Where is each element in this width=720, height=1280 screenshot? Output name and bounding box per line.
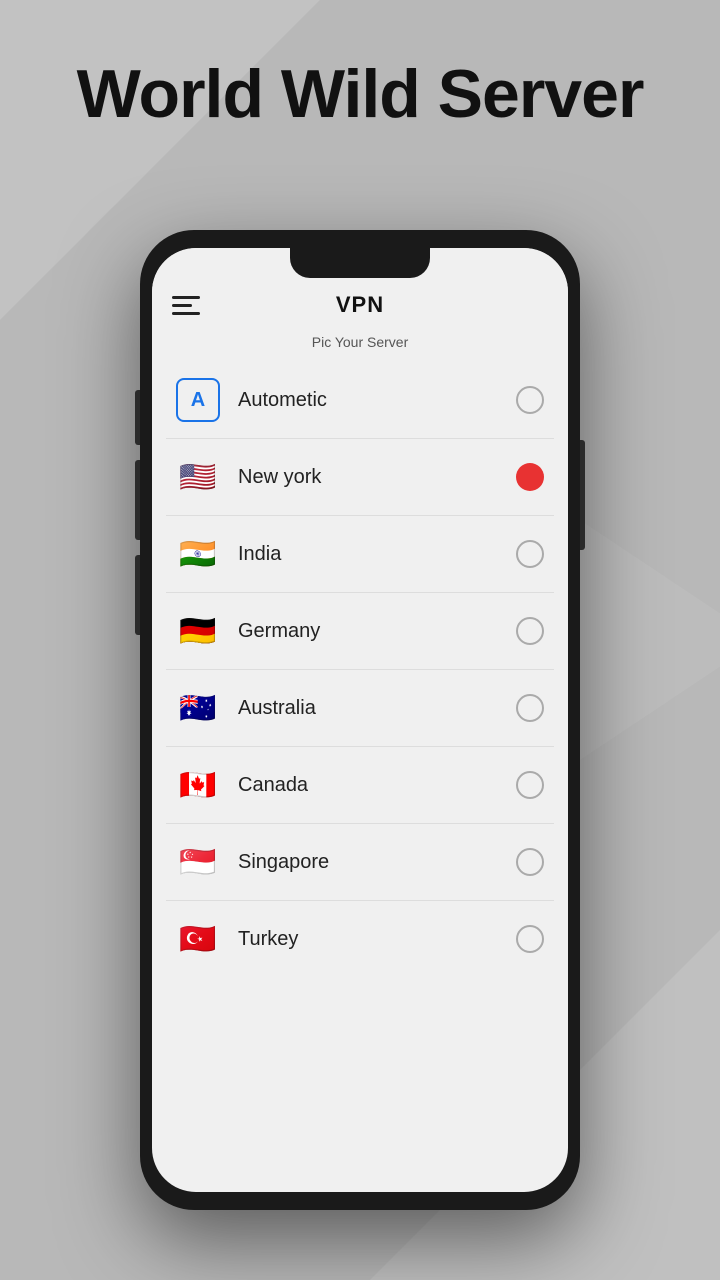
server-name-singapore: Singapore [238,851,516,874]
page-title: World Wild Server [0,55,720,133]
server-item-canada[interactable]: 🇨🇦 Canada [166,747,554,824]
hamburger-line-3 [172,312,200,315]
server-item-turkey[interactable]: 🇹🇷 Turkey [166,901,554,969]
phone-notch [290,248,430,278]
server-name-turkey: Turkey [238,928,516,951]
radio-automatic[interactable] [516,386,544,414]
phone-button-power [580,440,585,550]
server-item-automatic[interactable]: A Autometic [166,362,554,439]
server-item-australia[interactable]: 🇦🇺 Australia [166,670,554,747]
app-title: VPN [336,292,384,318]
server-name-new-york: New york [238,466,516,489]
server-item-india[interactable]: 🇮🇳 India [166,516,554,593]
radio-singapore[interactable] [516,848,544,876]
flag-icon-singapore: 🇸🇬 [176,840,220,884]
radio-germany[interactable] [516,617,544,645]
phone-button-mute [135,390,140,445]
radio-new-york[interactable] [516,463,544,491]
hamburger-line-1 [172,296,200,299]
hamburger-line-2 [172,304,192,307]
phone-screen: VPN Pic Your Server A Autometic 🇺🇸 New y… [152,248,568,1192]
server-name-germany: Germany [238,620,516,643]
server-item-germany[interactable]: 🇩🇪 Germany [166,593,554,670]
radio-canada[interactable] [516,771,544,799]
phone-button-vol-down [135,555,140,635]
flag-icon-turkey: 🇹🇷 [176,917,220,961]
server-name-canada: Canada [238,774,516,797]
server-item-singapore[interactable]: 🇸🇬 Singapore [166,824,554,901]
flag-icon-canada: 🇨🇦 [176,763,220,807]
server-name-automatic: Autometic [238,389,516,412]
radio-australia[interactable] [516,694,544,722]
pick-server-subtitle: Pic Your Server [152,328,568,362]
bg-triangle-midright [580,520,720,760]
flag-icon-germany: 🇩🇪 [176,609,220,653]
hamburger-menu-button[interactable] [172,296,200,315]
radio-india[interactable] [516,540,544,568]
flag-icon-australia: 🇦🇺 [176,686,220,730]
server-list: A Autometic 🇺🇸 New york 🇮🇳 India 🇩🇪 [152,362,568,969]
flag-icon-new-york: 🇺🇸 [176,455,220,499]
radio-turkey[interactable] [516,925,544,953]
flag-icon-india: 🇮🇳 [176,532,220,576]
server-name-australia: Australia [238,697,516,720]
phone-shell: VPN Pic Your Server A Autometic 🇺🇸 New y… [140,230,580,1210]
server-name-india: India [238,543,516,566]
server-item-new-york[interactable]: 🇺🇸 New york [166,439,554,516]
phone-button-vol-up [135,460,140,540]
automatic-icon: A [176,378,220,422]
